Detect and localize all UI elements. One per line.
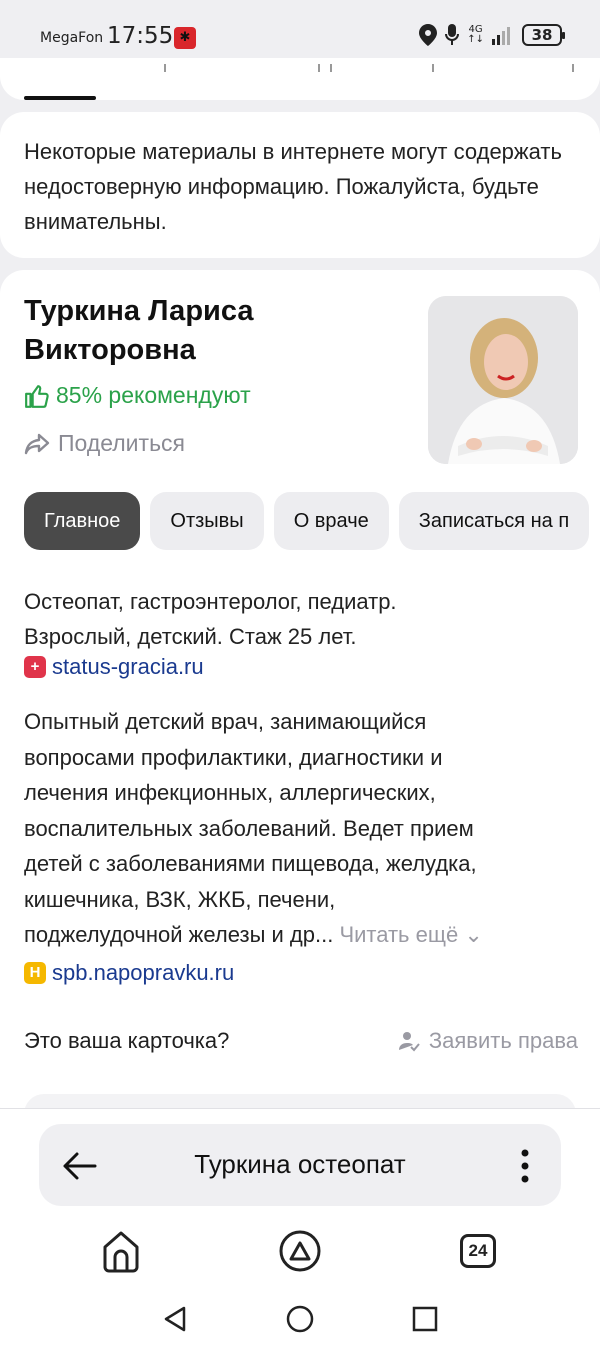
share-label: Поделиться — [58, 430, 186, 456]
home-icon[interactable] — [101, 1229, 141, 1273]
divider — [164, 64, 166, 72]
read-more-label: Читать ещё — [339, 922, 459, 947]
network-indicator: 4G ↑↓ — [467, 24, 484, 45]
warning-card: Некоторые материалы в интернете могут со… — [0, 112, 600, 258]
description-line: детей с заболеваниями пищевода, желудка, — [24, 851, 477, 876]
thumbs-up-icon — [25, 384, 49, 408]
divider — [318, 64, 320, 72]
doctor-name-line1: Туркина Лариса — [24, 295, 254, 327]
read-more-link[interactable]: Читать ещё ⌄ — [339, 922, 482, 947]
system-recents-icon[interactable] — [410, 1304, 440, 1334]
description-line: вопросами профилактики, диагностики и — [24, 744, 443, 770]
medical-cross-icon: + — [24, 656, 46, 678]
doctor-tabs: Главное Отзывы О враче Записаться на п — [24, 492, 590, 550]
carrier-name: MegaFon — [40, 30, 104, 46]
specialty-info: Остеопат, гастроэнтеролог, педиатр. Взро… — [24, 584, 397, 654]
clock: 17:55 — [107, 23, 174, 49]
description-line: поджелудочной железы и др... — [24, 922, 334, 947]
system-navigation — [0, 1304, 600, 1344]
chevron-down-icon: ⌄ — [464, 922, 483, 947]
divider — [572, 64, 574, 72]
system-back-icon[interactable] — [160, 1304, 190, 1334]
system-home-icon[interactable] — [285, 1304, 315, 1334]
user-check-icon — [398, 1032, 420, 1052]
microphone-icon — [445, 24, 460, 45]
alice-assistant-icon[interactable] — [278, 1229, 322, 1273]
description-line: лечения инфекционных, аллергических, — [24, 780, 436, 805]
specialty-line2: Взрослый, детский. Стаж 25 лет. — [24, 624, 357, 649]
claim-action-label: Заявить права — [428, 1028, 578, 1053]
source-link-status-gracia[interactable]: + status-gracia.ru — [24, 654, 204, 680]
browser-bottom-bar: Туркина остеопат 24 — [0, 1108, 600, 1353]
warning-text: Некоторые материалы в интернете могут со… — [24, 139, 562, 234]
source-link-napopravku[interactable]: Н spb.napopravku.ru — [24, 960, 234, 986]
doctor-description: Опытный детский врач, занимающийся вопро… — [24, 704, 580, 953]
share-icon — [24, 433, 50, 454]
description-line: воспалительных заболеваний. Ведет прием — [24, 815, 474, 841]
description-last-line: поджелудочной железы и др... Читать ещё … — [24, 917, 580, 953]
description-line: кишечника, ВЗК, ЖКБ, печени, — [24, 886, 336, 912]
doctor-photo[interactable] — [428, 296, 578, 464]
tab-reviews[interactable]: Отзывы — [150, 492, 264, 550]
description-line: Опытный детский врач, занимающийся — [24, 709, 427, 734]
claim-card-row: Это ваша карточка? Заявить права — [24, 1028, 578, 1054]
location-icon — [419, 24, 438, 46]
search-query: Туркина остеопат — [194, 1149, 406, 1179]
signal-icon — [492, 27, 510, 45]
napopravku-icon: Н — [24, 962, 46, 984]
tab-main[interactable]: Главное — [24, 492, 141, 550]
status-icons: 4G ↑↓ 38 — [419, 24, 565, 46]
doctor-card: Туркина Лариса Викторовна 85% рекомендую… — [0, 270, 600, 1130]
doctor-name: Туркина Лариса Викторовна — [24, 292, 404, 370]
tab-book[interactable]: Записаться на п — [398, 492, 590, 550]
search-omnibox[interactable]: Туркина остеопат — [39, 1124, 561, 1206]
battery-icon: 38 — [522, 24, 565, 46]
specialty-line1: Остеопат, гастроэнтеролог, педиатр. — [24, 589, 397, 614]
share-button[interactable]: Поделиться — [24, 430, 185, 457]
doctor-name-line2: Викторовна — [24, 334, 196, 366]
source1-label: status-gracia.ru — [52, 654, 204, 679]
more-menu-icon[interactable] — [519, 1146, 531, 1190]
tabs-count-button[interactable]: 24 — [460, 1234, 496, 1268]
browser-nav: 24 — [0, 1229, 600, 1279]
tab-about[interactable]: О враче — [273, 492, 389, 550]
claim-question: Это ваша карточка? — [24, 1028, 230, 1053]
source2-label: spb.napopravku.ru — [52, 960, 235, 985]
top-tabs-card — [0, 58, 600, 100]
recommend-text: 85% рекомендуют — [56, 382, 251, 408]
divider — [432, 64, 434, 72]
doctor-portrait-image — [428, 296, 578, 464]
app-notification-icon: ✱ — [174, 27, 196, 49]
recommend-rating: 85% рекомендуют — [24, 382, 251, 409]
claim-rights-button[interactable]: Заявить права — [397, 1028, 578, 1054]
active-tab-indicator — [24, 96, 96, 100]
divider — [330, 64, 332, 72]
